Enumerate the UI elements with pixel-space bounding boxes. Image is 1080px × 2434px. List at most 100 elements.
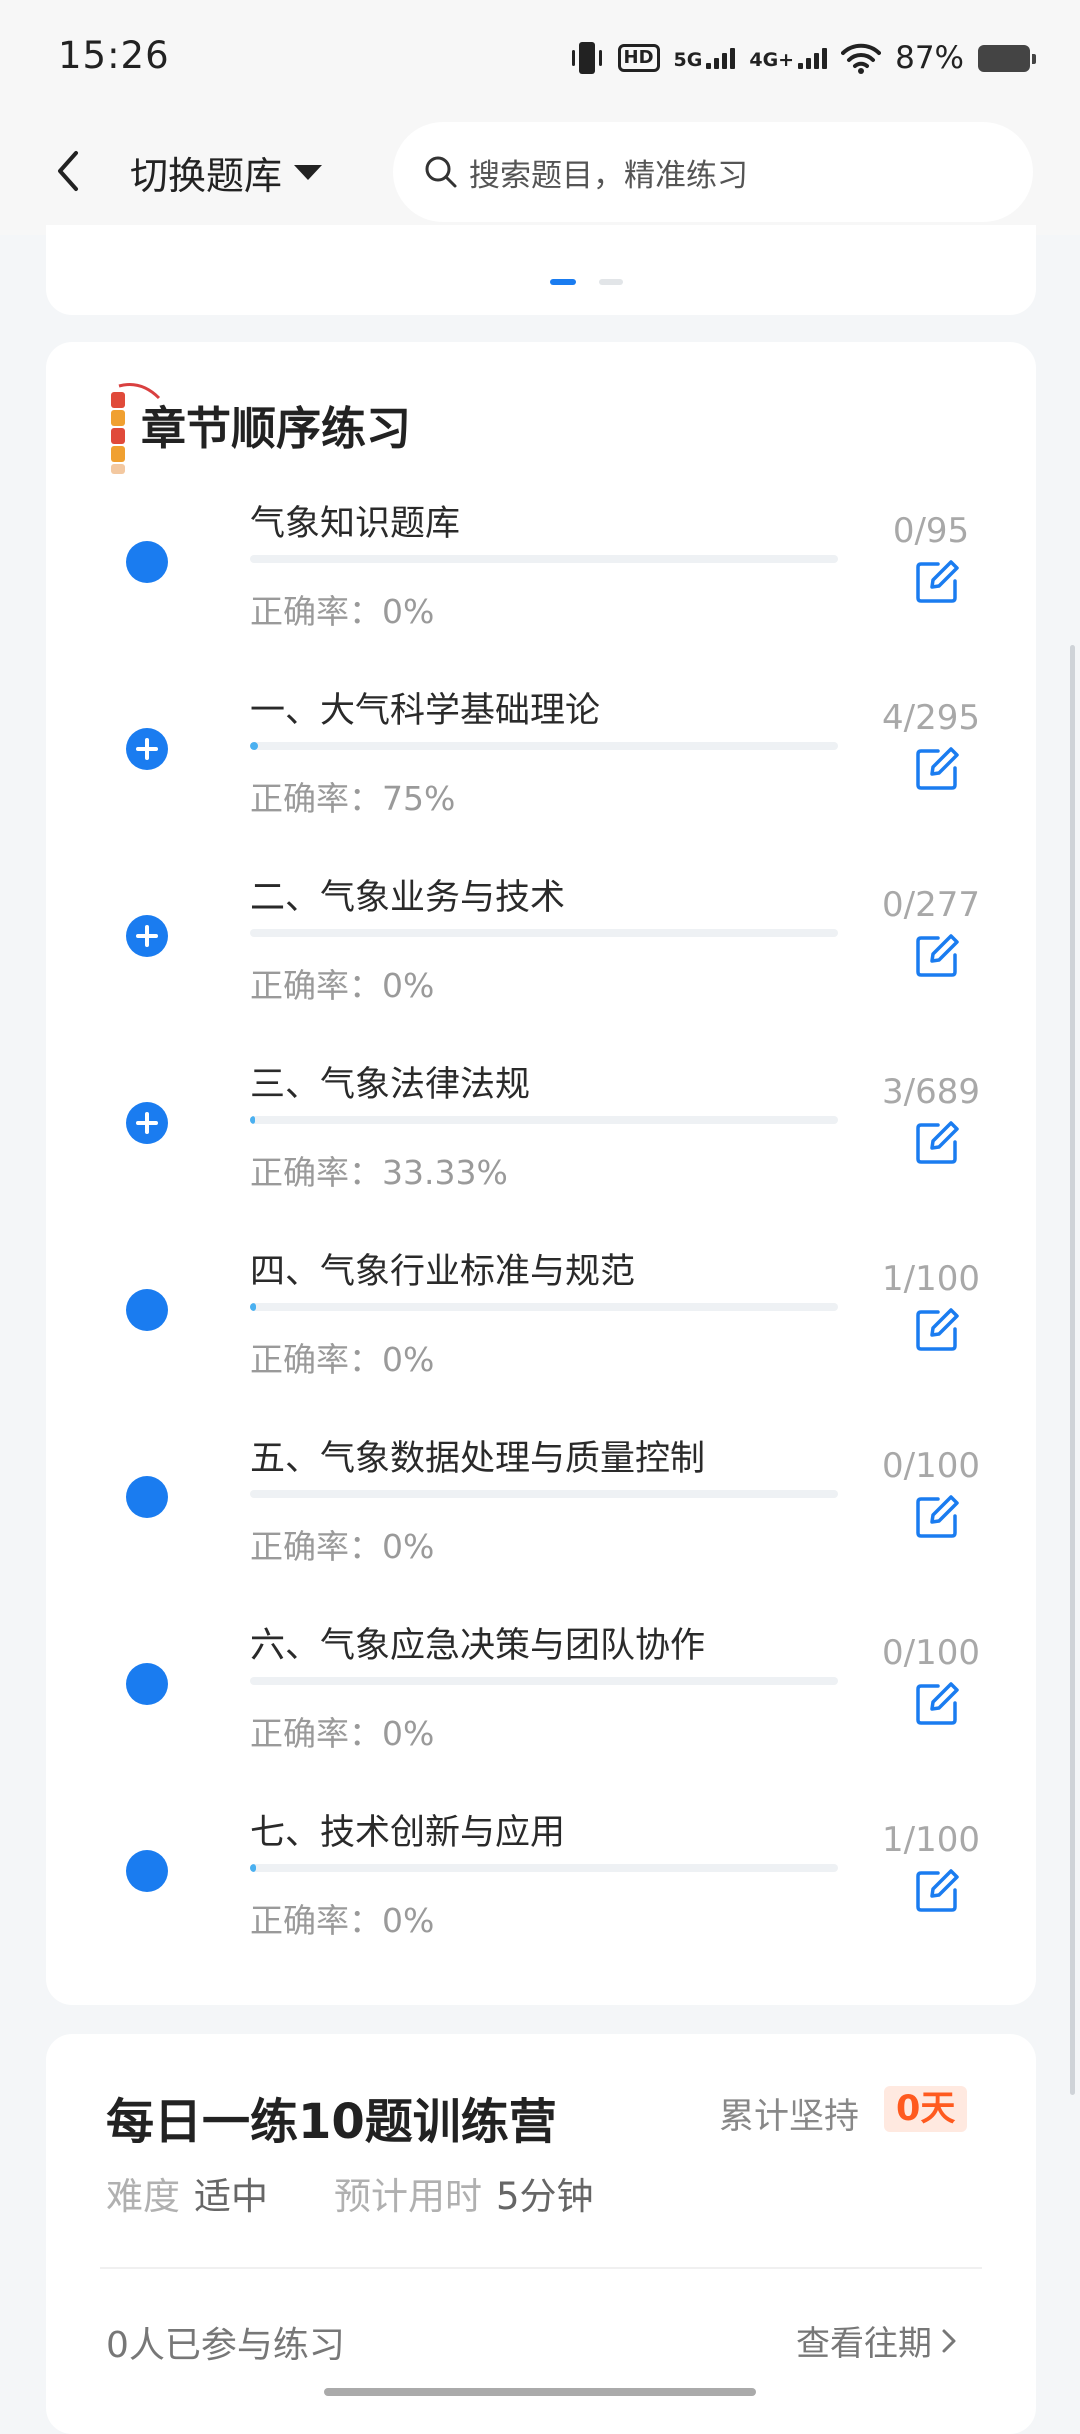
chapter-row[interactable]: 七、技术创新与应用 正确率：0% 1/100 bbox=[46, 1798, 1036, 1985]
chapter-title: 六、气象应急决策与团队协作 bbox=[250, 1626, 706, 1666]
search-placeholder: 搜索题目，精准练习 bbox=[469, 157, 748, 194]
chapter-title: 一、大气科学基础理论 bbox=[250, 691, 601, 731]
status-icons: HD 5G 4G+ 87% bbox=[570, 36, 1036, 80]
accuracy-label: 正确率： bbox=[250, 1901, 382, 1940]
accuracy-value: 33.33% bbox=[382, 1153, 508, 1192]
divider bbox=[100, 2267, 982, 2269]
chapter-progress-bar bbox=[250, 1303, 838, 1311]
chapter-progress-bar bbox=[250, 1116, 838, 1124]
chapter-accuracy: 正确率：0% bbox=[250, 959, 434, 1007]
meta-row: 难度 适中 预计用时 5分钟 bbox=[106, 2166, 594, 2220]
chapter-title: 四、气象行业标准与规范 bbox=[250, 1252, 636, 1292]
status-bar: 15:26 HD 5G 4G+ 87% bbox=[0, 0, 1080, 115]
chapter-count: 4/295 bbox=[882, 698, 980, 738]
daily-practice-card[interactable]: 每日一练10题训练营 累计坚持 0天 难度 适中 预计用时 5分钟 0人已参与练习 查… bbox=[46, 2034, 1036, 2434]
chapter-row[interactable]: 四、气象行业标准与规范 正确率：0% 1/100 bbox=[46, 1237, 1036, 1424]
chapter-row[interactable]: 二、气象业务与技术 正确率：0% 0/277 bbox=[46, 863, 1036, 1050]
banner-carousel bbox=[46, 225, 1036, 315]
chapter-count: 0/95 bbox=[892, 511, 970, 551]
accuracy-value: 0% bbox=[382, 1901, 435, 1940]
battery-percent: 87% bbox=[895, 40, 964, 76]
accuracy-value: 0% bbox=[382, 1527, 435, 1566]
chapter-progress-fill bbox=[250, 1303, 256, 1311]
edit-icon[interactable] bbox=[914, 1681, 960, 1727]
signal-4g-icon: 4G+ bbox=[749, 47, 828, 71]
chapter-progress-bar bbox=[250, 929, 838, 937]
accuracy-value: 75% bbox=[382, 779, 456, 818]
time-value: 5分钟 bbox=[496, 2175, 594, 2218]
back-arrow-icon[interactable] bbox=[44, 141, 94, 201]
accuracy-label: 正确率： bbox=[250, 1340, 382, 1379]
edit-icon[interactable] bbox=[914, 1120, 960, 1166]
chapter-row[interactable]: 气象知识题库正确率：0% 0/95 bbox=[46, 489, 1036, 676]
chapter-progress-fill bbox=[250, 1116, 256, 1124]
accuracy-label: 正确率： bbox=[250, 592, 382, 631]
chapter-row[interactable]: 五、气象数据处理与质量控制 正确率：0% 0/100 bbox=[46, 1424, 1036, 1611]
edit-icon[interactable] bbox=[914, 933, 960, 979]
chapter-row[interactable]: 六、气象应急决策与团队协作 正确率：0% 0/100 bbox=[46, 1611, 1036, 1798]
accuracy-value: 0% bbox=[382, 1340, 435, 1379]
scrollbar[interactable] bbox=[1070, 645, 1075, 2095]
accuracy-label: 正确率： bbox=[250, 1527, 382, 1566]
edit-icon[interactable] bbox=[914, 1307, 960, 1353]
chapter-dot-icon bbox=[126, 1850, 168, 1892]
switch-bank-label: 切换题库 bbox=[130, 153, 283, 198]
edit-icon[interactable] bbox=[914, 1868, 960, 1914]
chapter-dot-icon bbox=[126, 1476, 168, 1518]
signal-5g-icon: 5G bbox=[673, 47, 736, 71]
net-5g-label: 5G bbox=[673, 49, 703, 71]
accuracy-value: 0% bbox=[382, 966, 435, 1005]
chapter-dot-icon bbox=[126, 1289, 168, 1331]
accuracy-label: 正确率： bbox=[250, 1714, 382, 1753]
chapter-title: 五、气象数据处理与质量控制 bbox=[250, 1439, 706, 1479]
edit-icon[interactable] bbox=[914, 1494, 960, 1540]
streak-badge: 0天 bbox=[884, 2086, 968, 2132]
chapter-title: 七、技术创新与应用 bbox=[250, 1813, 566, 1853]
accuracy-label: 正确率： bbox=[250, 1153, 382, 1192]
difficulty-label: 难度 bbox=[106, 2175, 180, 2218]
daily-title: 每日一练10题训练营 bbox=[106, 2094, 557, 2150]
chapter-dot-icon bbox=[126, 1663, 168, 1705]
view-history-link[interactable]: 查看往期 bbox=[796, 2316, 958, 2365]
chapter-accuracy: 正确率：0% bbox=[250, 585, 434, 633]
edit-icon[interactable] bbox=[914, 746, 960, 792]
chapter-accuracy: 正确率：33.33% bbox=[250, 1146, 508, 1194]
chapter-progress-bar bbox=[250, 1677, 838, 1685]
chapter-count: 0/277 bbox=[882, 885, 980, 925]
status-time: 15:26 bbox=[58, 34, 170, 77]
vibrate-icon bbox=[571, 42, 602, 74]
chapter-progress-bar bbox=[250, 1490, 838, 1498]
switch-bank-button[interactable]: 切换题库 bbox=[130, 142, 323, 202]
chapter-accuracy: 正确率：0% bbox=[250, 1333, 434, 1381]
chapter-row[interactable]: 三、气象法律法规 正确率：33.33% 3/689 bbox=[46, 1050, 1036, 1237]
chapter-count: 1/100 bbox=[882, 1259, 980, 1299]
net-4g-label: 4G+ bbox=[749, 49, 795, 71]
view-history-label: 查看往期 bbox=[796, 2324, 932, 2364]
accuracy-value: 0% bbox=[382, 1714, 435, 1753]
expand-plus-icon[interactable] bbox=[126, 1102, 168, 1144]
wifi-icon bbox=[841, 43, 882, 74]
edit-icon[interactable] bbox=[914, 559, 960, 605]
chapter-count: 3/689 bbox=[882, 1072, 980, 1112]
accuracy-label: 正确率： bbox=[250, 966, 382, 1005]
chapter-title: 二、气象业务与技术 bbox=[250, 878, 566, 918]
carousel-dot-active[interactable] bbox=[550, 279, 576, 285]
chapter-accuracy: 正确率：0% bbox=[250, 1894, 434, 1942]
expand-plus-icon[interactable] bbox=[126, 728, 168, 770]
search-input[interactable]: 搜索题目，精准练习 bbox=[393, 122, 1033, 222]
chapter-count: 0/100 bbox=[882, 1446, 980, 1486]
participants-count: 0人已参与练习 bbox=[106, 2325, 345, 2366]
chapter-accuracy: 正确率：0% bbox=[250, 1707, 434, 1755]
search-icon bbox=[425, 156, 457, 188]
chapter-title: 气象知识题库 bbox=[250, 504, 461, 544]
accuracy-label: 正确率： bbox=[250, 779, 382, 818]
chapter-progress-fill bbox=[250, 742, 258, 750]
expand-plus-icon[interactable] bbox=[126, 915, 168, 957]
carousel-dot[interactable] bbox=[599, 279, 623, 285]
home-indicator[interactable] bbox=[324, 2388, 756, 2396]
chapter-title: 三、气象法律法规 bbox=[250, 1065, 531, 1105]
chevron-right-icon bbox=[942, 2329, 956, 2352]
chapter-row[interactable]: 一、大气科学基础理论 正确率：75% 4/295 bbox=[46, 676, 1036, 863]
chapter-progress-bar bbox=[250, 555, 838, 563]
chapter-count: 0/100 bbox=[882, 1633, 980, 1673]
